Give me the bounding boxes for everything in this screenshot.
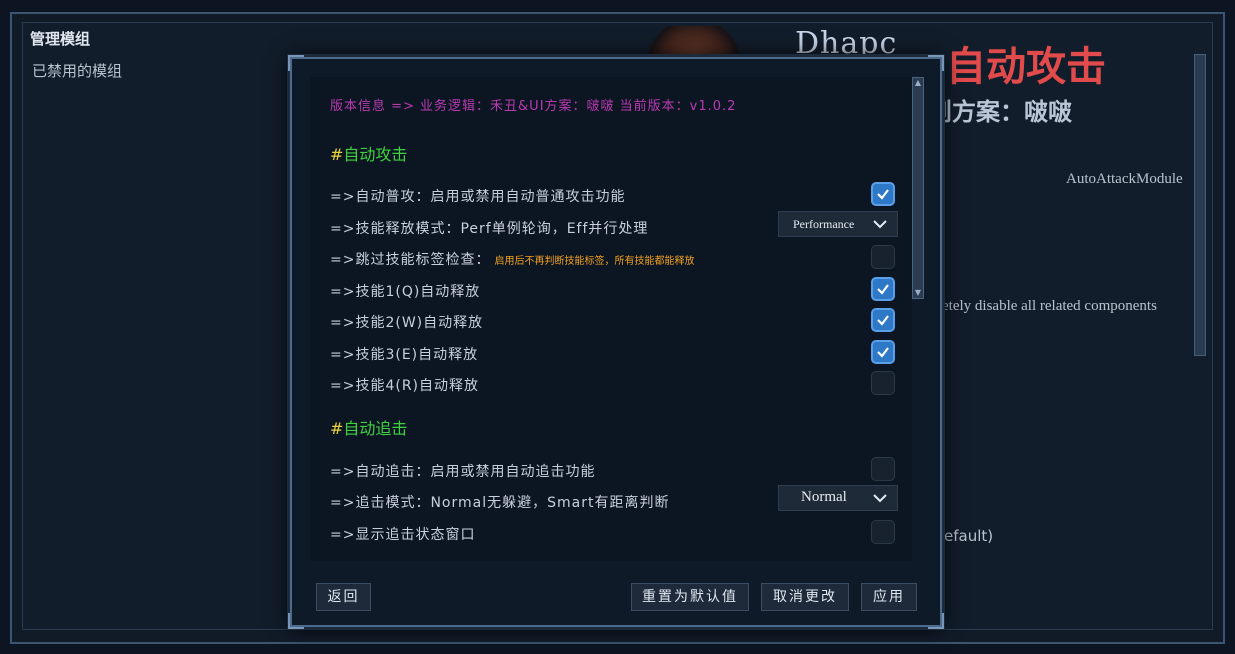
version-info: 版本信息 => 业务逻辑：禾丑&UI方案：啵啵 当前版本：v1.0.2 bbox=[330, 99, 737, 114]
corner-ornament bbox=[288, 613, 304, 629]
back-button[interactable]: 返回 bbox=[316, 583, 371, 611]
select-value: Performance bbox=[793, 217, 855, 231]
setting-label: =>技能4(R)自动释放 bbox=[330, 378, 480, 394]
setting-label: =>跳过技能标签检查： 启用后不再判断技能标签，所有技能都能释放 bbox=[330, 252, 695, 268]
setting-row-auto-basic-attack: =>自动普攻：启用或禁用自动普通攻击功能 bbox=[330, 182, 900, 208]
mod-logo-text: Dhapc bbox=[795, 26, 898, 61]
skill-mode-select[interactable]: Performance bbox=[778, 211, 898, 237]
setting-row-skill-q: =>技能1(Q)自动释放 bbox=[330, 277, 900, 303]
skip-tag-check-checkbox[interactable] bbox=[871, 245, 895, 269]
setting-label: =>追击模式：Normal无躲避，Smart有距离判断 bbox=[330, 495, 670, 511]
setting-label: =>自动普攻：启用或禁用自动普通攻击功能 bbox=[330, 189, 626, 205]
setting-row-skill-e: =>技能3(E)自动释放 bbox=[330, 340, 900, 366]
setting-row-chase-mode: =>追击模式：Normal无躲避，Smart有距离判断 Normal bbox=[330, 485, 900, 514]
background-scrollbar[interactable] bbox=[1194, 54, 1206, 356]
auto-chase-checkbox[interactable] bbox=[871, 457, 895, 481]
reset-default-button[interactable]: 重置为默认值 bbox=[631, 583, 749, 611]
check-icon bbox=[877, 347, 889, 358]
setting-row-auto-chase: =>自动追击：启用或禁用自动追击功能 bbox=[330, 457, 900, 483]
setting-label: =>技能释放模式：Perf单例轮询，Eff并行处理 bbox=[330, 221, 649, 237]
corner-ornament bbox=[928, 55, 944, 71]
setting-label: =>显示追击状态窗口 bbox=[330, 527, 476, 543]
chase-mode-select[interactable]: Normal bbox=[778, 485, 898, 511]
skill-w-checkbox[interactable] bbox=[871, 308, 895, 332]
settings-dialog: 版本信息 => 业务逻辑：禾丑&UI方案：啵啵 当前版本：v1.0.2 #自动攻… bbox=[288, 55, 944, 629]
section-label: 自动攻击 bbox=[343, 145, 408, 164]
skill-e-checkbox[interactable] bbox=[871, 340, 895, 364]
skill-r-checkbox[interactable] bbox=[871, 371, 895, 395]
setting-row-skill-w: =>技能2(W)自动释放 bbox=[330, 308, 900, 334]
module-disable-text: etely disable all related components bbox=[942, 298, 1157, 314]
module-default-text: efault) bbox=[944, 527, 994, 545]
chevron-down-icon bbox=[873, 494, 887, 503]
check-icon bbox=[877, 315, 889, 326]
module-title: 自动攻击 bbox=[946, 44, 1106, 90]
settings-content: 版本信息 => 业务逻辑：禾丑&UI方案：啵啵 当前版本：v1.0.2 #自动攻… bbox=[310, 77, 912, 561]
auto-basic-attack-checkbox[interactable] bbox=[871, 182, 895, 206]
setting-row-skip-tag-check: =>跳过技能标签检查： 启用后不再判断技能标签，所有技能都能释放 bbox=[330, 245, 900, 271]
apply-button[interactable]: 应用 bbox=[861, 583, 917, 611]
setting-label: =>技能3(E)自动释放 bbox=[330, 347, 479, 363]
check-icon bbox=[877, 189, 889, 200]
setting-row-skill-r: =>技能4(R)自动释放 bbox=[330, 371, 900, 397]
section-title-auto-chase: #自动追击 bbox=[330, 419, 408, 438]
scroll-down-icon[interactable]: ▼ bbox=[914, 289, 922, 297]
cancel-changes-button[interactable]: 取消更改 bbox=[761, 583, 849, 611]
sidebar-item-disabled-modules[interactable]: 已禁用的模组 bbox=[32, 60, 122, 81]
setting-label: =>技能2(W)自动释放 bbox=[330, 315, 484, 331]
module-subtitle: 则方案：啵啵 bbox=[928, 98, 1072, 126]
setting-row-skill-mode: =>技能释放模式：Perf单例轮询，Eff并行处理 Performance bbox=[330, 211, 900, 240]
chevron-down-icon bbox=[873, 220, 887, 229]
content-scrollbar[interactable]: ▲ ▼ bbox=[912, 77, 924, 299]
corner-ornament bbox=[928, 613, 944, 629]
scroll-up-icon[interactable]: ▲ bbox=[914, 79, 922, 87]
section-title-auto-attack: #自动攻击 bbox=[330, 145, 408, 164]
select-value: Normal bbox=[801, 489, 847, 505]
sidebar-title: 管理模组 bbox=[30, 30, 91, 48]
corner-ornament bbox=[288, 55, 304, 71]
sidebar: 管理模组 已禁用的模组 bbox=[24, 24, 294, 624]
section-label: 自动追击 bbox=[343, 419, 408, 438]
setting-row-show-chase-window: =>显示追击状态窗口 bbox=[330, 520, 900, 546]
show-chase-window-checkbox[interactable] bbox=[871, 520, 895, 544]
setting-label: =>自动追击：启用或禁用自动追击功能 bbox=[330, 464, 596, 480]
check-icon bbox=[877, 284, 889, 295]
setting-note: 启用后不再判断技能标签，所有技能都能释放 bbox=[494, 256, 695, 267]
setting-label: =>技能1(Q)自动释放 bbox=[330, 284, 481, 300]
skill-q-checkbox[interactable] bbox=[871, 277, 895, 301]
module-id: AutoAttackModule bbox=[1066, 171, 1183, 187]
